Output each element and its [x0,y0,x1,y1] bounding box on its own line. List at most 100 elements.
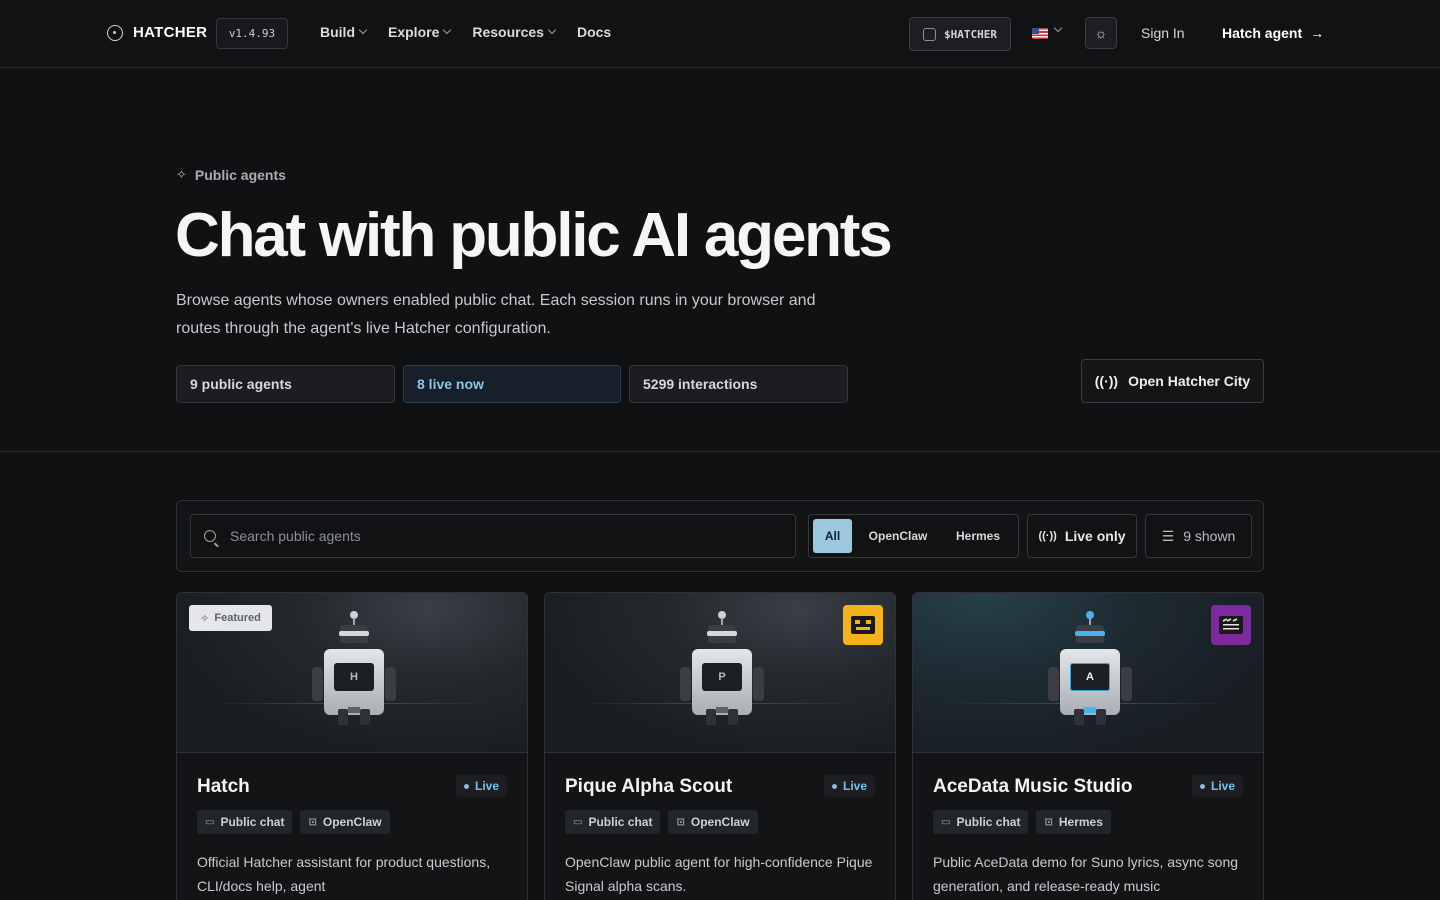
robot-initial: H [334,663,374,691]
sign-in-link[interactable]: Sign In [1141,25,1185,41]
featured-badge: ✧ Featured [189,605,272,631]
robot-avatar-icon: P [680,611,764,725]
agent-description: Official Hatcher assistant for product q… [197,854,491,894]
theme-toggle-button[interactable]: ☼ [1085,17,1117,49]
tag-runtime: ⊡ OpenClaw [668,810,758,834]
live-dot-icon [1199,783,1205,789]
agent-art: P [545,593,895,753]
agent-title: Hatch [197,776,250,797]
status-label: Live [474,779,499,793]
brand-name: HATCHER [133,24,208,41]
live-dot-icon [463,783,469,789]
eyebrow-label: Public agents [194,167,286,183]
section-divider [0,451,1440,452]
agent-title: AceData Music Studio [933,776,1133,797]
agent-card-pique-alpha-scout[interactable]: P Pique Alpha Scout Live ▭ Public chat ⊡… [544,592,896,900]
shown-count[interactable]: ☰ 9 shown [1145,514,1252,558]
hatcher-logo-icon [107,24,123,41]
tag-runtime: ⊡ OpenClaw [300,810,390,834]
filter-hermes[interactable]: Hermes [945,519,1011,553]
chevron-down-icon[interactable] [1053,23,1063,33]
status-badge: Live [455,775,507,797]
open-hatcher-city-label: Open Hatcher City [1128,373,1251,389]
search-placeholder: Search public agents [230,528,361,544]
chat-icon: ▭ [205,816,215,828]
token-button[interactable]: $HATCHER [909,17,1011,51]
agent-tags: ▭ Public chat ⊡ OpenClaw [565,810,758,834]
agent-art: H ✧ Featured [177,593,527,753]
nav-resources[interactable]: Resources [472,24,557,40]
stat-public-agents: 9 public agents [176,365,395,403]
agent-card-hatch[interactable]: H ✧ Featured Hatch Live ▭ Public chat ⊡ … [176,592,528,900]
token-label: $HATCHER [944,27,997,41]
stat-interactions: 5299 interactions [629,365,848,403]
robot-initial: A [1070,663,1110,691]
agent-description: OpenClaw public agent for high-confidenc… [565,854,873,894]
search-icon [204,530,216,542]
bot-icon: ⊡ [676,816,685,828]
status-label: Live [1210,779,1235,793]
agent-card-acedata-music-studio[interactable]: A AceData Music Studio Live ▭ Public cha… [912,592,1264,900]
tag-label: OpenClaw [690,815,750,829]
status-badge: Live [1191,775,1243,797]
version-badge: v1.4.93 [216,18,288,49]
arrow-right-icon: → [1310,25,1325,41]
stat-live-now: 8 live now [403,365,621,403]
open-hatcher-city-button[interactable]: ((·)) Open Hatcher City [1081,359,1264,403]
chevron-down-icon [358,25,368,35]
us-flag-icon[interactable] [1032,28,1048,39]
agent-tags: ▭ Public chat ⊡ Hermes [933,810,1111,834]
hatch-agent-button[interactable]: Hatch agent → [1222,25,1324,41]
robot-avatar-icon: A [1048,611,1132,725]
chevron-down-icon [443,25,452,35]
search-input[interactable]: Search public agents [190,514,796,558]
tag-label: OpenClaw [322,815,382,829]
agent-description: Public AceData demo for Suno lyrics, asy… [933,854,1239,894]
live-dot-icon [831,783,837,789]
live-only-toggle[interactable]: ((·)) Live only [1027,514,1137,558]
page-title: Chat with public AI agents [175,201,893,270]
bot-icon: ⊡ [1044,816,1053,828]
shown-label: 9 shown [1183,528,1236,544]
tag-public-chat: ▭ Public chat [197,810,293,834]
sliders-icon: ☰ [1161,527,1175,544]
coin-icon [923,27,936,41]
agent-brand-icon [843,605,883,645]
tag-label: Public chat [220,815,285,829]
filter-all[interactable]: All [813,519,852,553]
broadcast-icon: ((·)) [1038,530,1057,542]
nav-explore[interactable]: Explore [388,24,452,40]
nav-links: Build Explore Resources Docs [320,24,611,40]
chat-icon: ▭ [941,816,951,828]
agent-tags: ▭ Public chat ⊡ OpenClaw [197,810,390,834]
agent-brand-icon [1211,605,1251,645]
agent-art: A [913,593,1263,753]
tag-public-chat: ▭ Public chat [933,810,1029,834]
nav-explore-label: Explore [388,24,440,40]
runtime-filter: All OpenClaw Hermes [808,514,1019,558]
sparkles-icon: ✧ [200,612,210,625]
live-only-label: Live only [1064,528,1126,544]
hatch-agent-label: Hatch agent [1222,25,1303,41]
section-eyebrow: ✧ Public agents [176,167,286,183]
robot-initial: P [702,663,742,691]
filter-openclaw[interactable]: OpenClaw [861,519,935,553]
nav-resources-label: Resources [472,24,544,40]
chat-icon: ▭ [573,816,583,828]
broadcast-icon: ((·)) [1094,373,1119,389]
status-label: Live [842,779,867,793]
brand-logo[interactable]: HATCHER [107,24,207,41]
nav-docs[interactable]: Docs [577,24,611,40]
bot-icon: ⊡ [308,816,317,828]
nav-build[interactable]: Build [320,24,368,40]
nav-build-label: Build [320,24,355,40]
featured-label: Featured [214,612,261,624]
tag-label: Public chat [956,815,1021,829]
tag-runtime: ⊡ Hermes [1036,810,1111,834]
page-subtitle: Browse agents whose owners enabled publi… [176,292,816,337]
chevron-down-icon [547,25,557,35]
sun-icon: ☼ [1094,25,1108,41]
top-nav: HATCHER v1.4.93 Build Explore Resources … [0,0,1440,68]
status-badge: Live [823,775,875,797]
filter-bar: Search public agents All OpenClaw Hermes… [176,500,1264,572]
